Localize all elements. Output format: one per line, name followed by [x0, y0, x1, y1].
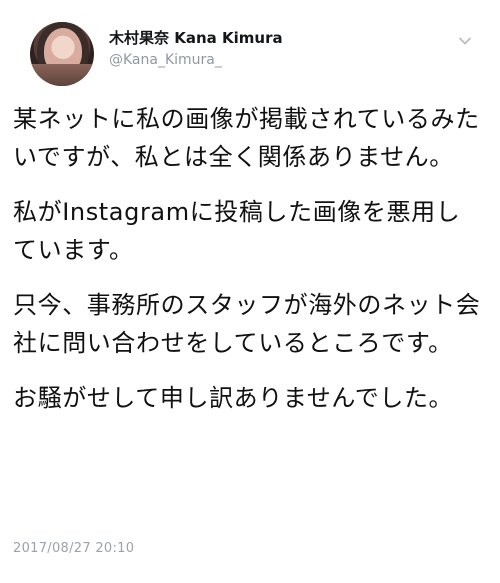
author-block: 木村果奈 Kana Kimura @Kana_Kimura_: [109, 28, 283, 70]
tweet-body: 某ネットに私の画像が掲載されているみたいですが、私とは全く関係ありません。 私が…: [13, 100, 481, 434]
tweet-paragraph-3: 只今、事務所のスタッフが海外のネット会社に問い合わせをしているところです。: [13, 291, 481, 357]
tweet-timestamp[interactable]: 2017/08/27 20:10: [13, 540, 134, 558]
tweet-card: 木村果奈 Kana Kimura @Kana_Kimura_ 某ネットに私の画像…: [0, 0, 500, 583]
author-handle[interactable]: @Kana_Kimura_: [109, 51, 283, 70]
tweet-paragraph-2: 私がInstagramに投稿した画像を悪用しています。: [13, 198, 461, 264]
avatar[interactable]: [30, 22, 94, 86]
author-display-name[interactable]: 木村果奈 Kana Kimura: [109, 28, 283, 48]
tweet-header: 木村果奈 Kana Kimura @Kana_Kimura_: [18, 14, 482, 86]
chevron-down-icon[interactable]: [456, 32, 474, 50]
tweet-paragraph-1: 某ネットに私の画像が掲載されているみたいですが、私とは全く関係ありません。: [13, 105, 480, 171]
tweet-paragraph-4: お騒がせして申し訳ありませんでした。: [13, 384, 454, 412]
